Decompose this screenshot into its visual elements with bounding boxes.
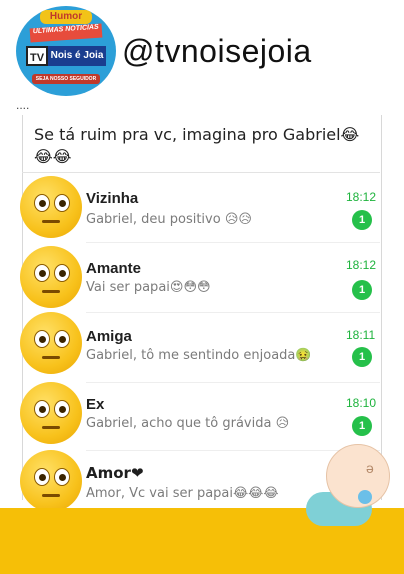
headline-text: Se tá ruim pra vc, imagina pro Gabriel😂😂…	[34, 125, 360, 166]
flushed-face-icon	[20, 382, 82, 444]
logo-humor-text: Humor	[40, 10, 92, 24]
chat-time: 18:12	[346, 258, 377, 272]
chat-row-vizinha[interactable]: Vizinha Gabriel, deu positivo 😥😥 18:12 1	[0, 176, 404, 246]
headline-divider	[22, 172, 380, 173]
logo-seja-text: SEJA NOSSO SEGUIDOR	[32, 74, 100, 84]
unread-badge: 1	[352, 347, 372, 367]
chat-name: Amante	[86, 260, 142, 277]
chat-name: Ex	[86, 396, 105, 413]
channel-handle: @tvnoisejoia	[122, 33, 312, 69]
chat-row-ex[interactable]: Ex Gabriel, acho que tô grávida 😥 18:10 …	[0, 382, 404, 452]
chat-time: 18:10	[346, 396, 377, 410]
chat-preview: Gabriel, tô me sentindo enjoada🤢	[86, 348, 312, 363]
chat-name: Amor❤	[86, 464, 144, 482]
unread-badge: 1	[352, 210, 372, 230]
unread-badge: 1	[352, 280, 372, 300]
chat-time: 18:12	[346, 190, 377, 204]
chat-preview: Gabriel, deu positivo 😥😥	[86, 212, 252, 227]
logo-tv-icon: TV	[26, 46, 48, 66]
flushed-face-icon	[20, 176, 82, 238]
flushed-face-icon	[20, 312, 82, 374]
chat-time: 18:11	[346, 328, 376, 342]
row-separator	[86, 242, 380, 243]
chat-name: Vizinha	[86, 190, 139, 207]
logo-name-text: Nois é Joia	[48, 46, 106, 66]
channel-logo: Humor ULTIMAS NOTICIAS TV Nois é Joia SE…	[16, 6, 116, 96]
baby-ear-icon: ə	[366, 460, 374, 476]
flushed-face-icon	[20, 450, 82, 512]
chat-name: Amiga	[86, 328, 132, 345]
chat-row-amante[interactable]: Amante Vai ser papai😍😳😳 18:12 1	[0, 246, 404, 316]
logo-news-text: ULTIMAS NOTICIAS	[29, 23, 103, 43]
pacifier-icon	[358, 490, 372, 504]
chat-row-amiga[interactable]: Amiga Gabriel, tô me sentindo enjoada🤢 1…	[0, 312, 404, 383]
unread-badge: 1	[352, 416, 372, 436]
chat-preview: Amor, Vc vai ser papai😂😂😂	[86, 486, 279, 501]
flushed-face-icon	[20, 246, 82, 308]
chat-preview: Vai ser papai😍😳😳	[86, 280, 211, 295]
ellipsis-text: ....	[16, 98, 30, 112]
chat-preview: Gabriel, acho que tô grávida 😥	[86, 416, 290, 431]
